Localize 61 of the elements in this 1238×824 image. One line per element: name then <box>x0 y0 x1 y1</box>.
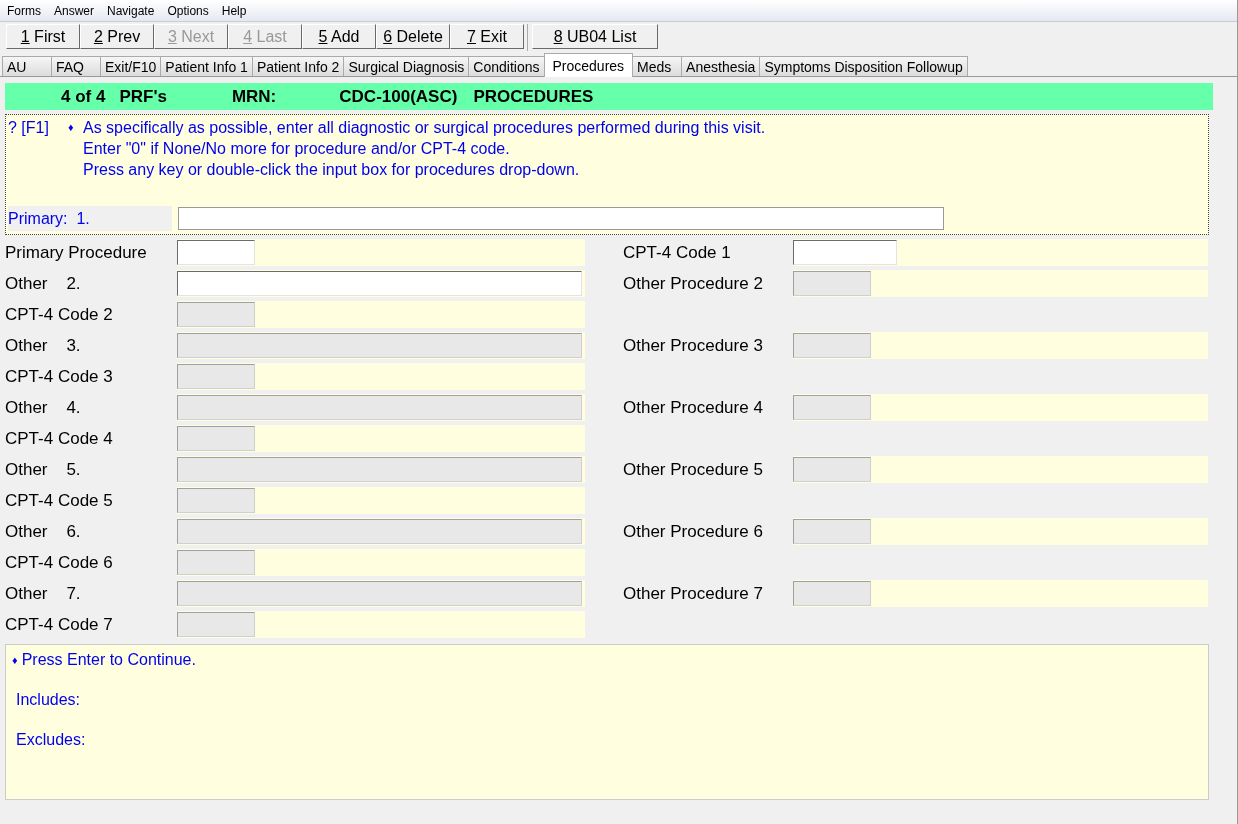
field-label: Other 2. <box>5 273 82 294</box>
tab[interactable]: Exit/F10 <box>100 56 162 76</box>
record-count: 4 of 4 <box>61 86 106 107</box>
field-label: Other 3. <box>5 335 82 356</box>
toolbar-button[interactable]: 5 Add <box>302 24 376 49</box>
input-field[interactable] <box>178 207 944 230</box>
menu-item[interactable]: Help <box>221 3 254 18</box>
field-label: Other 4. <box>5 397 82 418</box>
field-label: CPT-4 Code 7 <box>5 614 114 635</box>
field-label: Other Procedure 2 <box>623 273 764 294</box>
field-label: Other 6. <box>5 521 82 542</box>
tab[interactable]: Symptoms Disposition Followup <box>759 56 968 76</box>
tab[interactable]: Procedures <box>543 53 634 77</box>
toolbar-button[interactable]: 6 Delete <box>376 24 450 49</box>
field-label: CPT-4 Code 4 <box>5 428 114 449</box>
tab[interactable]: Anesthesia <box>681 56 761 76</box>
record-type: PRF's <box>119 86 167 107</box>
field-label: Primary: 1. <box>8 206 172 231</box>
tab[interactable]: Patient Info 2 <box>251 56 345 76</box>
tab[interactable]: Meds <box>632 56 683 76</box>
help-text: As specifically as possible, enter all diagnostic or surgical procedures performed during this visit. <box>83 118 766 138</box>
field-label: CPT-4 Code 1 <box>623 242 732 263</box>
field-label: CPT-4 Code 6 <box>5 552 114 573</box>
help-text: Press any key or double-click the input box for procedures drop-down. <box>83 160 581 180</box>
tab[interactable]: Conditions <box>468 56 545 76</box>
instruction-text: Press Enter to Continue. <box>21 651 196 669</box>
field-label: Primary Procedure <box>5 242 148 263</box>
field-label: Other Procedure 4 <box>623 397 764 418</box>
field-label: Other 7. <box>5 583 82 604</box>
tab[interactable]: Patient Info 1 <box>160 56 253 76</box>
input-field[interactable] <box>177 240 255 265</box>
menu-item[interactable]: Forms <box>7 3 48 18</box>
section-title: PROCEDURES <box>473 86 594 107</box>
toolbar-button[interactable]: 2 Prev <box>80 24 154 49</box>
menu-item[interactable]: Navigate <box>107 3 162 18</box>
bullet-icon: ♦ <box>12 654 18 666</box>
tab[interactable]: AU <box>2 56 52 76</box>
field-label: Other Procedure 3 <box>623 335 764 356</box>
tab[interactable]: FAQ <box>51 56 101 76</box>
toolbar-button[interactable]: 1 First <box>6 24 80 49</box>
mrn-label: MRN: <box>231 86 277 107</box>
menu-item[interactable]: Options <box>167 3 216 18</box>
field-label: CPT-4 Code 2 <box>5 304 114 325</box>
help-marker: ? [F1] <box>8 119 50 138</box>
input-field[interactable] <box>793 240 897 265</box>
help-text: Enter "0" if None/No more for procedure and/or CPT-4 code. <box>83 139 511 159</box>
includes-label: Includes: <box>16 691 81 709</box>
input-field[interactable] <box>177 271 582 296</box>
form-code: CDC-100(ASC) <box>339 86 458 107</box>
bullet-icon: ♦ <box>68 119 83 205</box>
field-label: CPT-4 Code 3 <box>5 366 114 387</box>
field-label: Other Procedure 6 <box>623 521 764 542</box>
toolbar-button[interactable]: 7 Exit <box>450 24 524 49</box>
field-label: Other Procedure 7 <box>623 583 764 604</box>
excludes-label: Excludes: <box>16 731 86 749</box>
menu-item[interactable]: Answer <box>54 3 101 18</box>
tab[interactable]: Surgical Diagnosis <box>343 56 470 76</box>
field-label: CPT-4 Code 5 <box>5 490 114 511</box>
field-label: Other Procedure 5 <box>623 459 764 480</box>
field-label: Other 5. <box>5 459 82 480</box>
toolbar-button[interactable]: 8 UB04 List <box>532 24 658 49</box>
